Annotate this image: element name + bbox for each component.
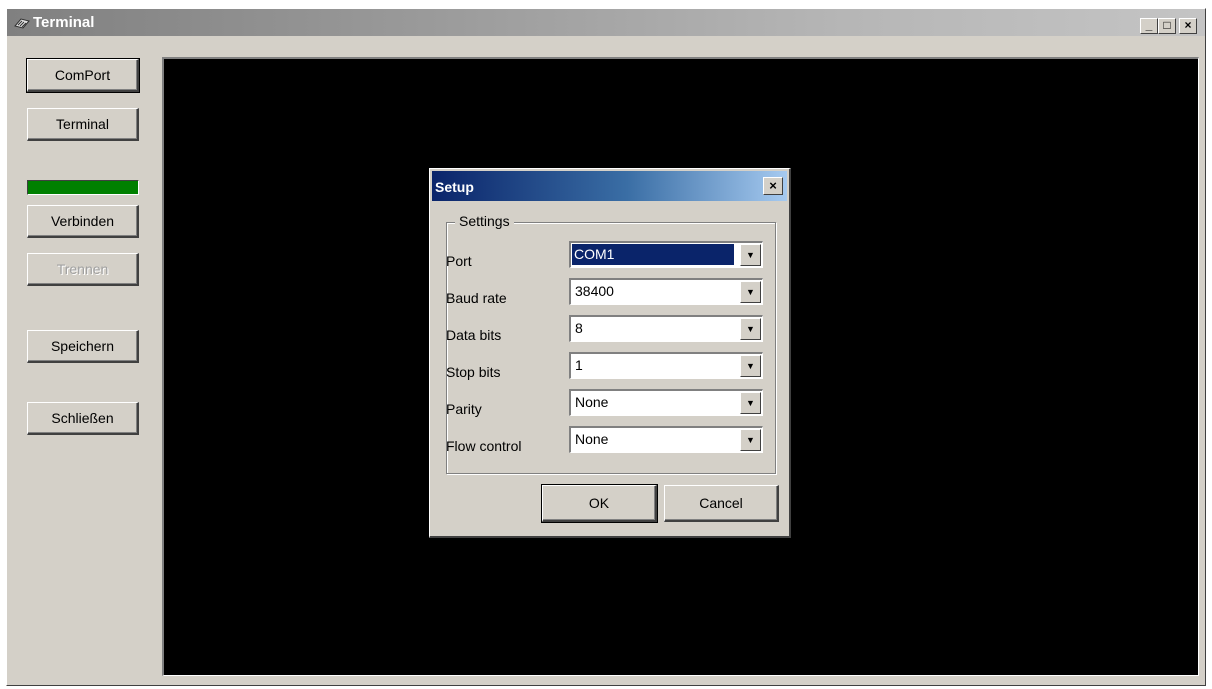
dialog-close-icon[interactable]: × — [763, 177, 783, 195]
flow-control-select[interactable]: None ▼ — [569, 426, 763, 453]
settings-group-title: Settings — [455, 213, 514, 229]
chevron-down-icon[interactable]: ▼ — [740, 429, 761, 451]
parity-label: Parity — [446, 401, 482, 417]
connection-status-indicator — [27, 180, 139, 195]
window-title: Terminal — [33, 14, 95, 31]
setup-dialog-titlebar[interactable]: Setup × — [432, 171, 787, 201]
chevron-down-icon[interactable]: ▼ — [740, 318, 761, 340]
connect-button[interactable]: Verbinden — [27, 205, 139, 238]
setup-dialog: Setup × Settings Port COM1 ▼ Baud rate 3… — [429, 168, 791, 538]
chevron-down-icon[interactable]: ▼ — [740, 281, 761, 303]
setup-dialog-title: Setup — [435, 179, 474, 195]
comport-button[interactable]: ComPort — [26, 58, 140, 93]
baud-rate-value: 38400 — [575, 283, 614, 299]
port-label: Port — [446, 253, 472, 269]
chevron-down-icon[interactable]: ▼ — [740, 244, 761, 266]
data-bits-label: Data bits — [446, 327, 502, 343]
chevron-down-icon[interactable]: ▼ — [740, 355, 761, 377]
stop-bits-label: Stop bits — [446, 364, 501, 380]
close-app-button[interactable]: Schließen — [27, 402, 139, 435]
flow-control-value: None — [575, 431, 609, 447]
window-titlebar[interactable]: Terminal _ □ × — [7, 9, 1205, 36]
port-value: COM1 — [572, 244, 734, 265]
data-bits-select[interactable]: 8 ▼ — [569, 315, 763, 342]
maximize-button[interactable]: □ — [1158, 18, 1176, 34]
port-select[interactable]: COM1 ▼ — [569, 241, 763, 268]
serial-cable-icon — [14, 18, 30, 29]
close-button[interactable]: × — [1179, 18, 1197, 34]
baud-rate-label: Baud rate — [446, 290, 507, 306]
save-button[interactable]: Speichern — [27, 330, 139, 363]
disconnect-button[interactable]: Trennen — [27, 253, 139, 286]
parity-select[interactable]: None ▼ — [569, 389, 763, 416]
ok-button[interactable]: OK — [541, 484, 658, 523]
data-bits-value: 8 — [575, 320, 583, 336]
stop-bits-value: 1 — [575, 357, 583, 373]
flow-control-label: Flow control — [446, 438, 522, 454]
parity-value: None — [575, 394, 609, 410]
chevron-down-icon[interactable]: ▼ — [740, 392, 761, 414]
cancel-button[interactable]: Cancel — [664, 485, 779, 522]
minimize-button[interactable]: _ — [1140, 18, 1158, 34]
terminal-button[interactable]: Terminal — [27, 108, 139, 141]
stop-bits-select[interactable]: 1 ▼ — [569, 352, 763, 379]
baud-rate-select[interactable]: 38400 ▼ — [569, 278, 763, 305]
